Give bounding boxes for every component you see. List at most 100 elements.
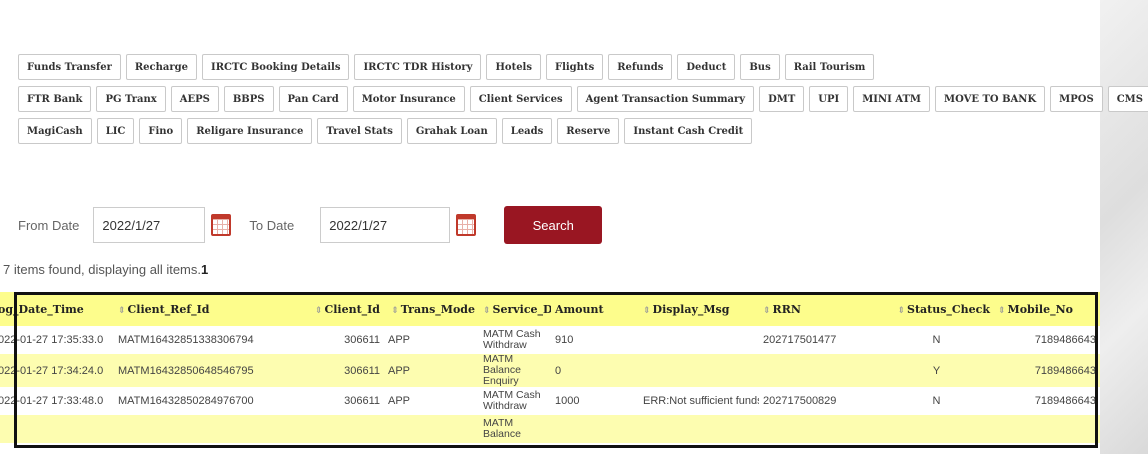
tab-agent-transaction-summary[interactable]: Agent Transaction Summary xyxy=(576,86,755,112)
cell-client-id: 306611 xyxy=(289,326,384,354)
tab-lic[interactable]: LIC xyxy=(96,118,135,144)
search-button[interactable]: Search xyxy=(504,206,603,244)
cell-date: 022-01-27 17:33:48.0 xyxy=(0,387,114,415)
tab-aeps[interactable]: AEPS xyxy=(170,86,219,112)
tab-client-services[interactable]: Client Services xyxy=(469,86,572,112)
column-header[interactable]: ⇕ Trans_Mode xyxy=(384,292,479,326)
column-header[interactable]: ⇕ Client_Id xyxy=(289,292,384,326)
tab-dmt[interactable]: DMT xyxy=(759,86,805,112)
cell-mode: APP xyxy=(384,387,479,415)
sort-icon: ⇕ xyxy=(998,305,1006,316)
cell-mode: APP xyxy=(384,354,479,387)
cell-ref: MATM16432851338306794 xyxy=(114,326,289,354)
cell-date: 022-01-27 17:35:33.0 xyxy=(0,326,114,354)
to-date-input[interactable]: 2022/1/27 xyxy=(320,207,451,243)
cell-mode: APP xyxy=(384,326,479,354)
tab-fino[interactable]: Fino xyxy=(139,118,183,144)
cell-client-id: 306611 xyxy=(289,387,384,415)
cell-mobile: 7189486643 xyxy=(994,387,1100,415)
tab-reserve[interactable]: Reserve xyxy=(557,118,620,144)
tab-funds-transfer[interactable]: Funds Transfer xyxy=(18,54,121,80)
tab-move-to-bank[interactable]: MOVE TO BANK xyxy=(935,86,1046,112)
cell-msg: ERR:Not sufficient funds xyxy=(639,387,759,415)
cell-rrn: 202717501477 xyxy=(759,326,879,354)
sort-icon: ⇕ xyxy=(314,305,323,316)
column-header[interactable]: Amount xyxy=(551,292,639,326)
tab-mini-atm[interactable]: MINI ATM xyxy=(853,86,930,112)
column-header[interactable]: ⇕ Client_Ref_Id xyxy=(114,292,289,326)
cell-status: N xyxy=(879,387,994,415)
tab-row-2: FTR Bank PG Tranx AEPS BBPS Pan Card Motor In… xyxy=(18,86,1148,112)
cell-msg xyxy=(639,354,759,387)
background-panel xyxy=(1100,0,1148,454)
cell-date: 022-01-27 17:34:24.0 xyxy=(0,354,114,387)
tab-religare-insurance[interactable]: Religare Insurance xyxy=(187,118,313,144)
service-tabs: Funds Transfer Recharge IRCTC Booking Deta… xyxy=(18,54,1148,150)
table-row: 022-01-27 17:35:33.0 MATM1643285133830679… xyxy=(0,326,1100,354)
cell-service: MATM Cash Withdraw xyxy=(479,387,551,415)
tab-pg-tranx[interactable]: PG Tranx xyxy=(96,86,166,112)
calendar-icon[interactable] xyxy=(211,214,232,236)
page-link[interactable]: 1 xyxy=(201,262,208,277)
tab-mpos[interactable]: MPOS xyxy=(1050,86,1103,112)
cell-amount xyxy=(551,415,639,443)
column-header[interactable]: ⇕Service_Desc xyxy=(479,292,551,326)
tab-upi[interactable]: UPI xyxy=(809,86,849,112)
tab-deduct[interactable]: Deduct xyxy=(677,54,736,80)
column-header[interactable]: ⇕ Mobile_No xyxy=(994,292,1100,326)
from-date-input[interactable]: 2022/1/27 xyxy=(93,207,206,243)
tab-flights[interactable]: Flights xyxy=(545,54,604,80)
from-date-label: From Date xyxy=(18,217,80,233)
results-summary-text: 7 items found, displaying all items. xyxy=(3,262,201,277)
calendar-icon[interactable] xyxy=(456,214,477,236)
cell-amount: 1000 xyxy=(551,387,639,415)
tab-motor-insurance[interactable]: Motor Insurance xyxy=(352,86,465,112)
tab-row-1: Funds Transfer Recharge IRCTC Booking Deta… xyxy=(18,54,1078,80)
tab-bbps[interactable]: BBPS xyxy=(223,86,274,112)
tab-rail-tourism[interactable]: Rail Tourism xyxy=(784,54,875,80)
to-date-label: To Date xyxy=(249,217,295,233)
sort-icon: ⇕ xyxy=(763,305,771,316)
sort-icon: ⇕ xyxy=(118,305,126,316)
cell-rrn: 202717500829 xyxy=(759,387,879,415)
tab-hotels[interactable]: Hotels xyxy=(486,54,541,80)
cell-service: MATM Balance xyxy=(479,415,551,443)
cell-service: MATM Balance Enquiry xyxy=(479,354,551,387)
table-header-row: og_Date_Time ⇕ Client_Ref_Id ⇕ Client_Id ⇕… xyxy=(0,292,1100,326)
cell-ref: MATM16432850648546795 xyxy=(114,354,289,387)
tab-irctc-tdr-history[interactable]: IRCTC TDR History xyxy=(354,54,482,80)
tab-irctc-booking-details[interactable]: IRCTC Booking Details xyxy=(202,54,350,80)
column-header[interactable]: ⇕ Status_Check xyxy=(879,292,994,326)
cell-ref: MATM16432850284976700 xyxy=(114,387,289,415)
tab-recharge[interactable]: Recharge xyxy=(125,54,198,80)
cell-msg xyxy=(639,326,759,354)
column-header[interactable]: og_Date_Time xyxy=(0,292,114,326)
sort-icon: ⇕ xyxy=(483,305,491,316)
tab-leads[interactable]: Leads xyxy=(501,118,553,144)
tab-pan-card[interactable]: Pan Card xyxy=(278,86,348,112)
cell-msg xyxy=(639,415,759,443)
column-header[interactable]: ⇕ Display_Msg xyxy=(639,292,759,326)
tab-cms[interactable]: CMS xyxy=(1107,86,1148,112)
sort-icon: ⇕ xyxy=(643,305,651,316)
cell-mobile: 7189486643 xyxy=(994,326,1100,354)
cell-mobile xyxy=(994,415,1100,443)
tab-magicash[interactable]: MagiCash xyxy=(18,118,92,144)
table-row: MATM Balance xyxy=(0,415,1100,443)
table-row: 022-01-27 17:34:24.0 MATM1643285064854679… xyxy=(0,354,1100,387)
tab-instant-cash-credit[interactable]: Instant Cash Credit xyxy=(624,118,753,144)
tab-refunds[interactable]: Refunds xyxy=(608,54,673,80)
transactions-table: og_Date_Time ⇕ Client_Ref_Id ⇕ Client_Id ⇕… xyxy=(0,292,1100,443)
tab-bus[interactable]: Bus xyxy=(740,54,780,80)
cell-rrn xyxy=(759,354,879,387)
cell-ref xyxy=(114,415,289,443)
tab-travel-stats[interactable]: Travel Stats xyxy=(317,118,402,144)
tab-ftr-bank[interactable]: FTR Bank xyxy=(18,86,92,112)
tab-row-3: MagiCash LIC Fino Religare Insurance Travel … xyxy=(18,118,1078,144)
cell-amount: 910 xyxy=(551,326,639,354)
results-summary: 7 items found, displaying all items.1 xyxy=(3,262,208,277)
date-filter-bar: From Date 2022/1/27 To Date 2022/1/27 Se… xyxy=(18,206,603,244)
cell-client-id: 306611 xyxy=(289,354,384,387)
tab-grahak-loan[interactable]: Grahak Loan xyxy=(406,118,497,144)
column-header[interactable]: ⇕ RRN xyxy=(759,292,879,326)
